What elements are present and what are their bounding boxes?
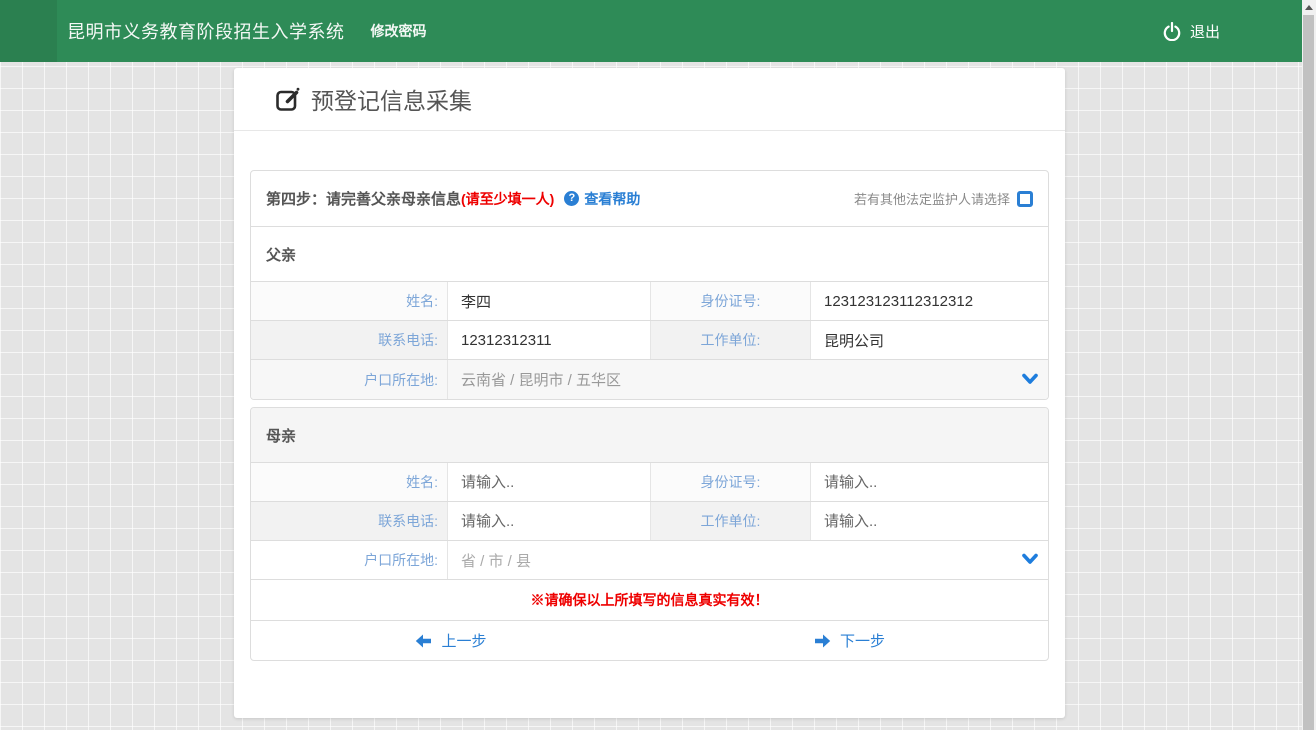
guardian-note: 若有其他法定监护人请选择 (854, 189, 1010, 208)
father-id-value[interactable]: 123123123112312312 (811, 282, 1048, 320)
scrollbar-thumb[interactable] (1303, 15, 1314, 730)
chevron-down-icon[interactable] (1022, 371, 1038, 388)
father-name-label: 姓名: (251, 282, 448, 320)
father-residence-value: 云南省 / 昆明市 / 五华区 (461, 369, 621, 390)
mother-employer-field (811, 502, 1048, 540)
question-circle-icon[interactable]: ? (564, 191, 579, 206)
mother-name-input[interactable] (448, 463, 650, 501)
top-bar: 昆明市义务教育阶段招生入学系统 修改密码 退出 (0, 0, 1302, 62)
power-icon (1163, 22, 1181, 41)
logo-block (0, 0, 57, 62)
prev-step-label: 上一步 (441, 630, 486, 651)
father-phone-value[interactable]: 12312312311 (448, 321, 651, 359)
table-row: 姓名: 身份证号: (251, 463, 1048, 502)
card-header: 预登记信息采集 (234, 68, 1065, 131)
father-panel: 第四步：请完善父亲母亲信息 (请至少填一人) ? 查看帮助 若有其他法定监护人请… (250, 170, 1049, 400)
father-employer-label: 工作单位: (651, 321, 811, 359)
logout-label: 退出 (1190, 21, 1220, 42)
mother-residence-placeholder: 省 / 市 / 县 (461, 550, 531, 571)
mother-phone-field (448, 502, 651, 540)
guardian-checkbox[interactable] (1017, 191, 1033, 207)
logout-button[interactable]: 退出 (1163, 21, 1220, 42)
table-row: 联系电话: 工作单位: (251, 502, 1048, 541)
prev-step-button[interactable]: 上一步 (251, 621, 651, 660)
father-residence-cascader[interactable]: 云南省 / 昆明市 / 五华区 (448, 360, 1048, 399)
arrow-left-icon (415, 634, 432, 648)
mother-id-input[interactable] (811, 463, 1048, 501)
father-phone-label: 联系电话: (251, 321, 448, 359)
step-hint: (请至少填一人) (461, 189, 554, 209)
mother-residence-cascader[interactable]: 省 / 市 / 县 (448, 541, 1048, 579)
mother-name-label: 姓名: (251, 463, 448, 501)
mother-id-field (811, 463, 1048, 501)
mother-employer-label: 工作单位: (651, 502, 811, 540)
mother-id-label: 身份证号: (651, 463, 811, 501)
step-header-row: 第四步：请完善父亲母亲信息 (请至少填一人) ? 查看帮助 若有其他法定监护人请… (251, 171, 1048, 227)
mother-residence-label: 户口所在地: (251, 541, 448, 579)
arrow-right-icon (814, 634, 831, 648)
table-row: 户口所在地: 云南省 / 昆明市 / 五华区 (251, 360, 1048, 399)
app-title: 昆明市义务教育阶段招生入学系统 (67, 18, 345, 44)
father-name-value[interactable]: 李四 (448, 282, 651, 320)
table-row: 联系电话: 12312312311 工作单位: 昆明公司 (251, 321, 1048, 360)
mother-name-field (448, 463, 651, 501)
mother-phone-input[interactable] (448, 502, 650, 540)
view-help-link[interactable]: 查看帮助 (584, 189, 640, 209)
father-id-label: 身份证号: (651, 282, 811, 320)
table-row: 姓名: 李四 身份证号: 123123123112312312 (251, 282, 1048, 321)
validity-warning: ※请确保以上所填写的信息真实有效！ (251, 580, 1048, 621)
mother-panel: 母亲 姓名: 身份证号: 联系电话: 工作单位: 户口所在地: 省 / (250, 407, 1049, 661)
next-step-label: 下一步 (840, 630, 885, 651)
father-residence-label: 户口所在地: (251, 360, 448, 399)
next-step-button[interactable]: 下一步 (651, 621, 1048, 660)
mother-employer-input[interactable] (811, 502, 1048, 540)
main-card: 预登记信息采集 第四步：请完善父亲母亲信息 (请至少填一人) ? 查看帮助 若有… (234, 68, 1065, 718)
scrollbar-up-arrow[interactable] (1305, 5, 1313, 10)
father-section-title: 父亲 (251, 227, 1048, 282)
page-title: 预登记信息采集 (311, 82, 472, 116)
mother-section-title: 母亲 (251, 408, 1048, 463)
wizard-nav-row: 上一步 下一步 (251, 621, 1048, 660)
edit-icon (275, 87, 300, 112)
chevron-down-icon[interactable] (1022, 552, 1038, 569)
change-password-link[interactable]: 修改密码 (371, 21, 427, 41)
step-title: 第四步：请完善父亲母亲信息 (266, 188, 461, 209)
table-row: 户口所在地: 省 / 市 / 县 (251, 541, 1048, 580)
father-employer-value[interactable]: 昆明公司 (811, 321, 1048, 359)
mother-phone-label: 联系电话: (251, 502, 448, 540)
vertical-scrollbar[interactable] (1302, 0, 1316, 730)
